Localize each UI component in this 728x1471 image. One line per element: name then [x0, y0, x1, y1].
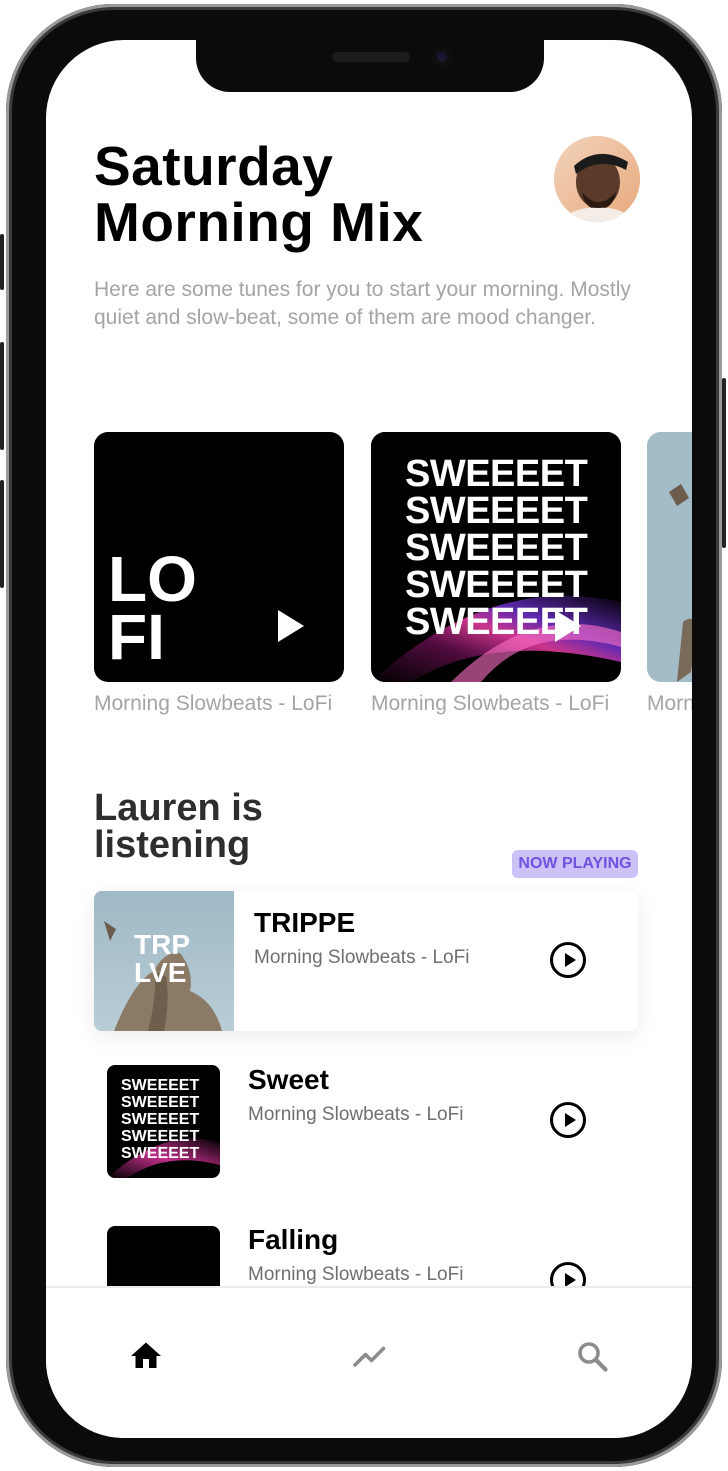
tab-trending[interactable]: [352, 1338, 388, 1379]
album-card[interactable]: SWEEEET SWEEEET SWEEEET SWEEEET SWEEEET Morn…: [371, 432, 621, 718]
notch: [196, 40, 544, 92]
section-title: Lauren is listening: [94, 787, 263, 866]
play-button[interactable]: [550, 1102, 586, 1138]
trending-icon: [353, 1346, 386, 1367]
power-button: [722, 378, 726, 548]
phone-frame: Saturday Morning Mix Here are some tunes…: [0, 4, 726, 1467]
cover-text: SWEEEET SWEEEET SWEEEET SWEEEET SWEEEET: [121, 1077, 200, 1162]
track-title: Falling: [248, 1224, 339, 1255]
avatar-image: [554, 136, 640, 222]
track-subtitle: Morning Slowbeats - LoFi: [248, 1104, 464, 1125]
album-caption: Morning Slowbeats - LoFi: [94, 692, 333, 715]
track-row[interactable]: SWEEEET SWEEEET SWEEEET SWEEEET SWEEEET Swee…: [46, 1052, 692, 1192]
now-playing-row[interactable]: TRP LVE TRIPPE Morning Slowbeats - LoFi: [94, 891, 638, 1031]
volume-down-button: [0, 480, 4, 588]
now-playing-badge: NOW PLAYING: [512, 850, 638, 878]
play-icon[interactable]: [278, 610, 304, 642]
track-cover: SWEEEET SWEEEET SWEEEET SWEEEET SWEEEET: [107, 1065, 220, 1178]
front-camera: [432, 47, 452, 67]
page-title: Saturday Morning Mix: [94, 135, 424, 253]
speaker: [332, 52, 410, 62]
volume-up-button: [0, 342, 4, 450]
cover-text: LO FI: [108, 543, 197, 673]
track-title: TRIPPE: [254, 907, 356, 938]
album-carousel: LO FI Morning Slowbeats - LoFi SWEEEET S…: [94, 432, 692, 752]
album-card[interactable]: LO FI Morning Slowbeats - LoFi: [94, 432, 344, 718]
track-subtitle: Morning Slowbeats - LoFi: [254, 947, 470, 968]
search-icon: [578, 1342, 608, 1372]
album-cover[interactable]: SWEEEET SWEEEET SWEEEET SWEEEET SWEEEET: [371, 432, 621, 682]
album-cover[interactable]: [647, 432, 692, 682]
cover-text: TRP LVE: [134, 929, 190, 988]
album-card[interactable]: Morning Slowbeats - LoFi: [647, 432, 692, 718]
tab-home[interactable]: [128, 1338, 164, 1379]
mix-description: Here are some tunes for you to start you…: [94, 278, 631, 329]
track-title: Sweet: [248, 1064, 329, 1095]
album-caption: Morning Slowbeats - LoFi: [647, 692, 692, 715]
tab-search[interactable]: [574, 1338, 610, 1379]
cover-art: [647, 432, 692, 682]
home-icon: [131, 1342, 161, 1368]
play-icon[interactable]: [555, 610, 581, 642]
mute-switch: [0, 234, 4, 290]
tab-bar: [46, 1286, 692, 1438]
album-cover[interactable]: LO FI: [94, 432, 344, 682]
album-caption: Morning Slowbeats - LoFi: [371, 692, 610, 715]
play-button[interactable]: [550, 942, 586, 978]
app-screen: Saturday Morning Mix Here are some tunes…: [46, 40, 692, 1438]
avatar[interactable]: [554, 136, 640, 222]
track-subtitle: Morning Slowbeats - LoFi: [248, 1264, 464, 1285]
track-cover: TRP LVE: [94, 891, 234, 1031]
